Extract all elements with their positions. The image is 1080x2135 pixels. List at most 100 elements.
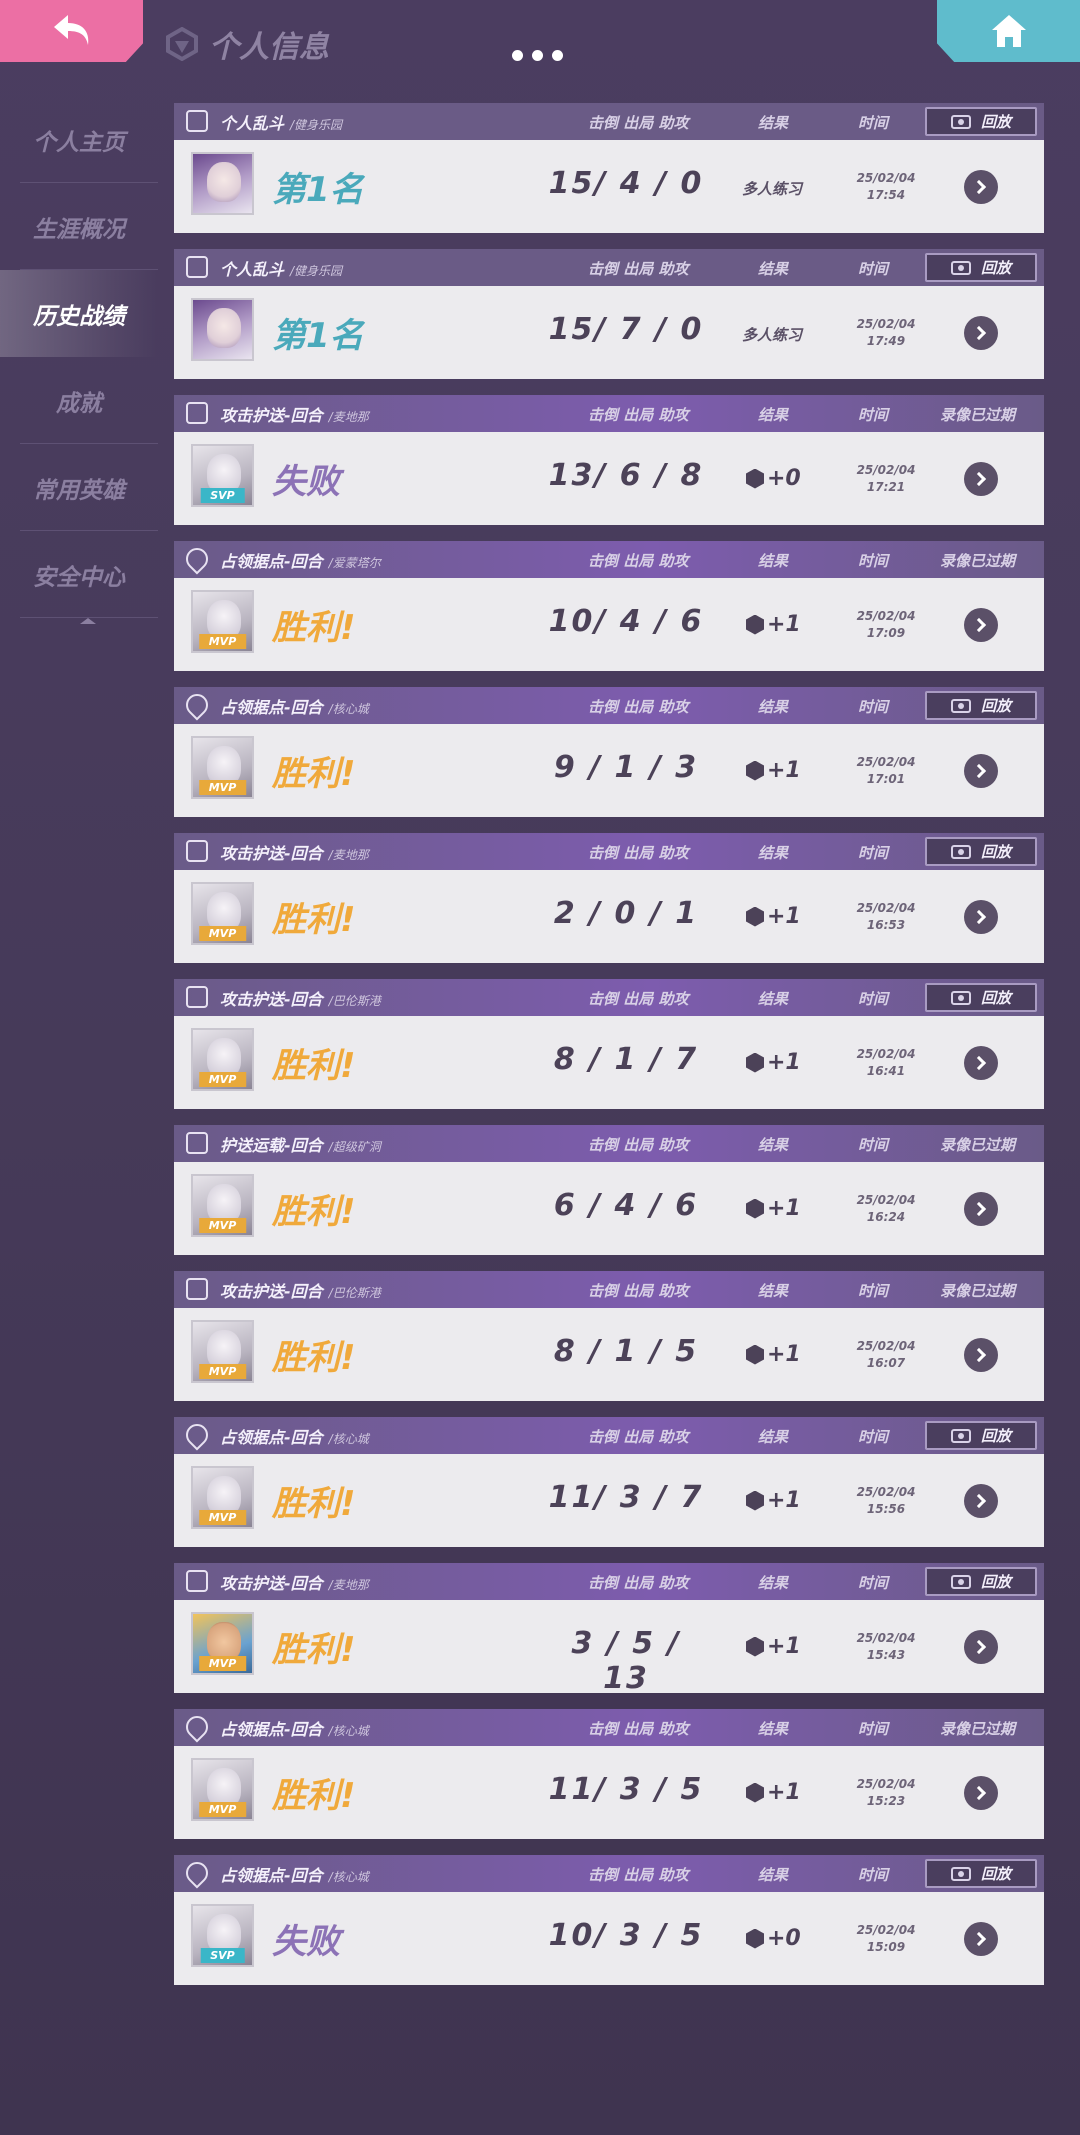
replay-expired-label: 录像已过期	[940, 1720, 1016, 1738]
match-card[interactable]: 个人乱斗/健身乐园 击倒 出局 助攻 结果 时间 回放 第1名 15/ 7 / …	[174, 249, 1044, 379]
chevron-right-icon	[971, 179, 987, 195]
map-name: /巴伦斯港	[328, 1286, 381, 1300]
match-detail-button[interactable]	[964, 170, 998, 204]
kda-stats: 2 / 0 / 1	[553, 896, 699, 931]
replay-button[interactable]: 回放	[925, 1859, 1037, 1888]
match-card[interactable]: 占领据点-回合/核心城 击倒 出局 助攻 结果 时间 录像已过期 MVP 胜利!…	[174, 1709, 1044, 1839]
chevron-right-icon	[971, 1201, 987, 1217]
mvp-badge: MVP	[198, 1510, 247, 1525]
chevron-right-icon	[971, 763, 987, 779]
match-card[interactable]: 护送运载-回合/超级矿洞 击倒 出局 助攻 结果 时间 录像已过期 MVP 胜利…	[174, 1125, 1044, 1255]
match-header: 占领据点-回合/核心城 击倒 出局 助攻 结果 时间 回放	[174, 1417, 1044, 1454]
match-detail-button[interactable]	[964, 1922, 998, 1956]
match-detail-button[interactable]	[964, 462, 998, 496]
match-body: 第1名 15/ 7 / 0 多人练习 25/02/04 17:49	[174, 286, 1044, 379]
home-button[interactable]	[937, 0, 1080, 62]
sidebar-item-profile[interactable]: 个人主页	[0, 96, 158, 183]
rank-score: +1	[746, 1488, 801, 1513]
match-card[interactable]: 攻击护送-回合/巴伦斯港 击倒 出局 助攻 结果 时间 录像已过期 MVP 胜利…	[174, 1271, 1044, 1401]
match-card[interactable]: 占领据点-回合/核心城 击倒 出局 助攻 结果 时间 回放 MVP 胜利! 9 …	[174, 687, 1044, 817]
match-time: 25/02/04 16:41	[856, 1047, 916, 1078]
back-button[interactable]	[0, 0, 143, 62]
match-detail-button[interactable]	[964, 1630, 998, 1664]
rank-hex-icon	[746, 1636, 764, 1657]
replay-button[interactable]: 回放	[925, 253, 1037, 282]
replay-button[interactable]: 回放	[925, 1567, 1037, 1596]
rank-score: +0	[746, 466, 801, 491]
match-time: 25/02/04 17:01	[856, 755, 916, 786]
time-column-header: 时间	[858, 1720, 889, 1738]
match-detail-button[interactable]	[964, 1776, 998, 1810]
match-detail-button[interactable]	[964, 1484, 998, 1518]
sidebar-item-heroes[interactable]: 常用英雄	[0, 444, 158, 531]
replay-button[interactable]: 回放	[925, 691, 1037, 720]
match-detail-button[interactable]	[964, 900, 998, 934]
rank-score: +0	[746, 1926, 801, 1951]
rank-score: +1	[746, 1196, 801, 1221]
match-time: 25/02/04 15:43	[856, 1631, 916, 1662]
rank-score: +1	[746, 612, 801, 637]
sidebar-item-career[interactable]: 生涯概况	[0, 183, 158, 270]
replay-button[interactable]: 回放	[925, 107, 1037, 136]
page-title: 个人信息	[209, 30, 329, 65]
replay-expired-label: 录像已过期	[940, 1136, 1016, 1154]
rank-score: +1	[746, 758, 801, 783]
hero-avatar	[191, 152, 254, 215]
match-result: 胜利!	[272, 1630, 356, 1670]
replay-button[interactable]: 回放	[925, 983, 1037, 1012]
match-detail-button[interactable]	[964, 608, 998, 642]
capture-point-icon	[181, 543, 213, 575]
chevron-right-icon	[971, 909, 987, 925]
sidebar-item-history[interactable]: 历史战绩	[0, 270, 158, 357]
match-result: 胜利!	[272, 1776, 356, 1816]
svp-badge: SVP	[200, 1948, 245, 1963]
match-card[interactable]: 占领据点-回合/爱蒙塔尔 击倒 出局 助攻 结果 时间 录像已过期 MVP 胜利…	[174, 541, 1044, 671]
match-card[interactable]: 占领据点-回合/核心城 击倒 出局 助攻 结果 时间 回放 SVP 失败 10/…	[174, 1855, 1044, 1985]
chevron-right-icon	[971, 617, 987, 633]
match-card[interactable]: 攻击护送-回合/麦地那 击倒 出局 助攻 结果 时间 录像已过期 SVP 失败 …	[174, 395, 1044, 525]
kda-stats: 3 / 5 / 13	[571, 1626, 681, 1696]
match-time: 25/02/04 17:09	[856, 609, 916, 640]
sidebar-item-security[interactable]: 安全中心	[0, 531, 158, 618]
rank-score: +1	[746, 1634, 801, 1659]
match-card[interactable]: 攻击护送-回合/巴伦斯港 击倒 出局 助攻 结果 时间 回放 MVP 胜利! 8…	[174, 979, 1044, 1109]
chevron-right-icon	[971, 1785, 987, 1801]
match-card[interactable]: 占领据点-回合/核心城 击倒 出局 助攻 结果 时间 回放 MVP 胜利! 11…	[174, 1417, 1044, 1547]
match-detail-button[interactable]	[964, 316, 998, 350]
match-header: 占领据点-回合/爱蒙塔尔 击倒 出局 助攻 结果 时间 录像已过期	[174, 541, 1044, 578]
result-column-header: 结果	[758, 990, 789, 1008]
match-result: 胜利!	[272, 1046, 356, 1086]
map-name: /核心城	[328, 1724, 369, 1738]
rank-score: +1	[746, 1780, 801, 1805]
sidebar-item-achievements[interactable]: 成就	[0, 357, 158, 444]
rank-hex-icon	[746, 760, 764, 781]
mvp-badge: MVP	[198, 1364, 247, 1379]
time-column-header: 时间	[858, 406, 889, 424]
match-detail-button[interactable]	[964, 1046, 998, 1080]
capture-point-icon	[181, 1419, 213, 1451]
match-history-list: 个人乱斗/健身乐园 击倒 出局 助攻 结果 时间 回放 第1名 15/ 4 / …	[174, 103, 1044, 2001]
time-column-header: 时间	[858, 990, 889, 1008]
hero-avatar: MVP	[191, 882, 254, 945]
match-time: 25/02/04 15:09	[856, 1923, 916, 1954]
match-body: MVP 胜利! 11/ 3 / 5 +1 25/02/04 15:23	[174, 1746, 1044, 1839]
match-detail-button[interactable]	[964, 1192, 998, 1226]
chevron-right-icon	[971, 325, 987, 341]
hero-avatar: SVP	[191, 1904, 254, 1967]
match-header: 占领据点-回合/核心城 击倒 出局 助攻 结果 时间 录像已过期	[174, 1709, 1044, 1746]
match-body: SVP 失败 10/ 3 / 5 +0 25/02/04 15:09	[174, 1892, 1044, 1985]
match-detail-button[interactable]	[964, 1338, 998, 1372]
match-header: 攻击护送-回合/巴伦斯港 击倒 出局 助攻 结果 时间 回放	[174, 979, 1044, 1016]
kda-stats: 15/ 7 / 0	[548, 312, 704, 347]
replay-button[interactable]: 回放	[925, 837, 1037, 866]
match-card[interactable]: 个人乱斗/健身乐园 击倒 出局 助攻 结果 时间 回放 第1名 15/ 4 / …	[174, 103, 1044, 233]
match-detail-button[interactable]	[964, 754, 998, 788]
match-card[interactable]: 攻击护送-回合/麦地那 击倒 出局 助攻 结果 时间 回放 MVP 胜利! 2 …	[174, 833, 1044, 963]
time-column-header: 时间	[858, 552, 889, 570]
back-arrow-icon	[53, 15, 88, 45]
more-options-button[interactable]	[512, 50, 563, 61]
replay-button[interactable]: 回放	[925, 1421, 1037, 1450]
brawl-mode-icon	[186, 110, 208, 132]
match-card[interactable]: 攻击护送-回合/麦地那 击倒 出局 助攻 结果 时间 回放 MVP 胜利! 3 …	[174, 1563, 1044, 1696]
match-header: 攻击护送-回合/麦地那 击倒 出局 助攻 结果 时间 录像已过期	[174, 395, 1044, 432]
